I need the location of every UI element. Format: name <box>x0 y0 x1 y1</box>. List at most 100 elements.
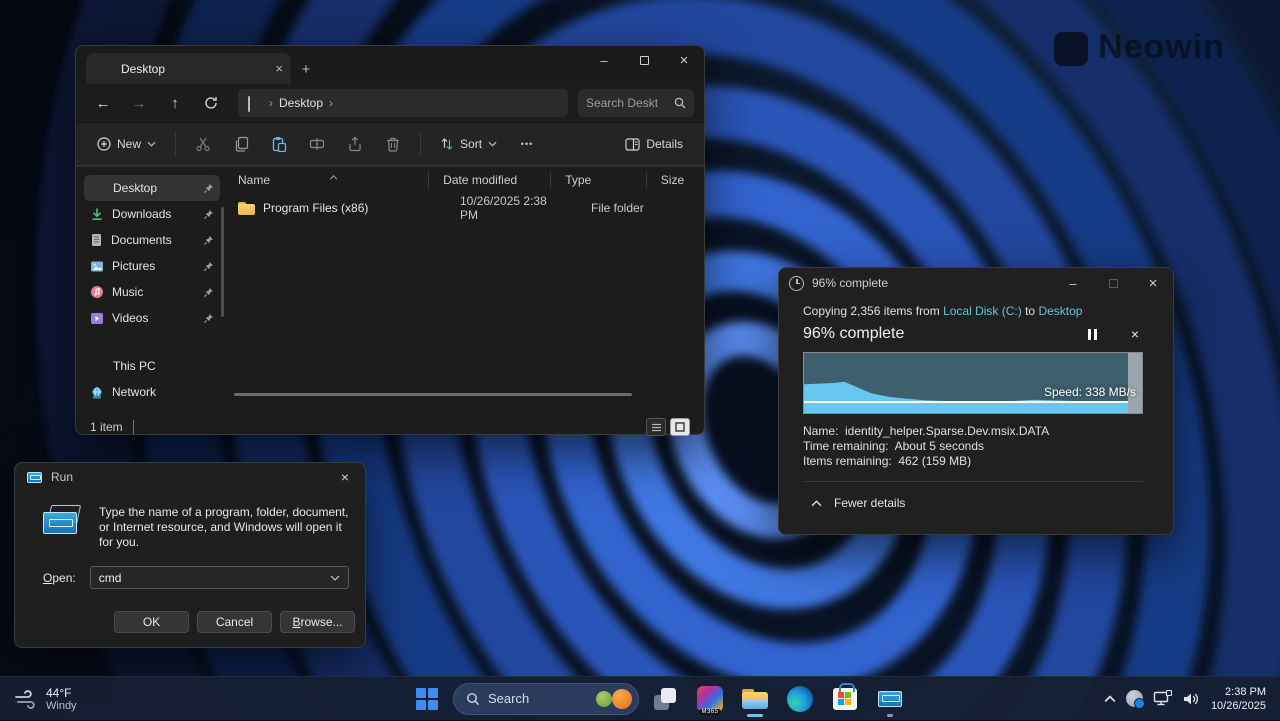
m365-copilot-button[interactable]: M365 <box>691 680 729 718</box>
large-icons-view-button[interactable] <box>670 418 690 436</box>
onedrive-status-button[interactable] <box>1126 690 1143 707</box>
rename-icon <box>309 136 325 152</box>
delete-button[interactable] <box>376 129 410 159</box>
details-button-label: Details <box>646 137 683 151</box>
cut-button[interactable] <box>186 129 220 159</box>
sort-button[interactable]: Sort <box>431 131 506 157</box>
start-button[interactable] <box>408 680 446 718</box>
folder-icon <box>238 202 255 215</box>
m365-badge: M365 <box>699 709 720 715</box>
open-combobox[interactable]: cmd <box>90 566 349 589</box>
task-view-button[interactable] <box>646 680 684 718</box>
explorer-tab-desktop[interactable]: Desktop × <box>86 53 291 84</box>
close-button[interactable]: × <box>325 465 365 489</box>
nav-refresh-button[interactable] <box>194 88 228 118</box>
clock-date: 10/26/2025 <box>1211 699 1266 713</box>
open-combobox-value: cmd <box>99 571 330 585</box>
minimize-button[interactable]: – <box>584 46 624 74</box>
cancel-copy-button[interactable]: × <box>1127 324 1143 344</box>
percent-complete-label: 96% complete <box>803 325 904 343</box>
nav-back-button[interactable]: ← <box>86 88 120 118</box>
sidebar-item-documents[interactable]: Documents <box>84 227 220 253</box>
sidebar-item-downloads[interactable]: Downloads <box>84 201 220 227</box>
nav-up-button[interactable]: ↑ <box>158 88 192 118</box>
wind-icon <box>14 689 38 709</box>
share-button[interactable] <box>338 129 372 159</box>
sidebar-item-music[interactable]: Music <box>84 279 220 305</box>
file-row-program-files-x86[interactable]: Program Files (x86) 10/26/2025 2:38 PM F… <box>224 193 704 223</box>
sidebar-item-pictures[interactable]: Pictures <box>84 253 220 279</box>
maximize-button[interactable] <box>1093 270 1133 296</box>
breadcrumb-separator: › <box>329 96 333 110</box>
pause-button[interactable] <box>1084 325 1101 344</box>
close-button[interactable]: × <box>664 46 704 74</box>
details-view-button[interactable] <box>646 418 666 436</box>
file-name: Program Files (x86) <box>263 201 368 215</box>
column-header-type[interactable]: Type <box>551 167 647 193</box>
copy-item-name: Name: identity_helper.Sparse.Dev.msix.DA… <box>803 424 1143 439</box>
search-icon <box>674 97 686 109</box>
cancel-button[interactable]: Cancel <box>197 611 272 633</box>
music-icon <box>90 285 104 299</box>
taskbar-clock[interactable]: 2:38 PM 10/26/2025 <box>1211 685 1266 713</box>
tray-overflow-button[interactable] <box>1104 695 1116 703</box>
source-link[interactable]: Local Disk (C:) <box>943 304 1022 318</box>
ok-button[interactable]: OK <box>114 611 189 633</box>
m365-icon: M365 <box>697 686 723 712</box>
column-header-name[interactable]: Name <box>224 167 429 193</box>
explorer-search-input[interactable]: Search Deskt <box>578 89 694 117</box>
new-button[interactable]: New <box>88 131 165 157</box>
weather-widget[interactable]: 44°F Windy <box>0 677 91 720</box>
more-options-button[interactable]: ••• <box>510 129 544 159</box>
close-button[interactable]: × <box>1133 270 1173 296</box>
file-explorer-window: Desktop × + – × ← → ↑ › Desktop › <box>75 45 705 435</box>
network-button[interactable] <box>1153 690 1172 707</box>
taskbar-search-input[interactable]: Search <box>453 683 639 715</box>
minimize-button[interactable]: – <box>1053 270 1093 296</box>
fewer-details-toggle[interactable]: Fewer details <box>779 482 1173 510</box>
chevron-down-icon <box>330 575 340 581</box>
address-bar[interactable]: › Desktop › <box>238 89 568 117</box>
sidebar-item-desktop[interactable]: Desktop <box>84 175 220 201</box>
horizontal-scrollbar[interactable] <box>234 393 632 396</box>
column-header-size[interactable]: Size <box>647 167 704 193</box>
speed-label: Speed: 338 MB/s <box>1044 385 1136 399</box>
maximize-button[interactable] <box>624 46 664 74</box>
this-pc-breadcrumb-icon[interactable] <box>248 97 263 109</box>
new-tab-button[interactable]: + <box>291 54 321 84</box>
run-description: Type the name of a program, folder, docu… <box>99 505 349 550</box>
task-view-icon <box>654 688 676 710</box>
tab-close-icon[interactable]: × <box>275 61 283 76</box>
sidebar-item-this-pc[interactable]: This PC <box>84 353 220 379</box>
destination-link[interactable]: Desktop <box>1038 304 1082 318</box>
nav-forward-button[interactable]: → <box>122 88 156 118</box>
browse-button[interactable]: Browse... <box>280 611 355 633</box>
breadcrumb-desktop[interactable]: Desktop <box>279 96 323 110</box>
rename-button[interactable] <box>300 129 334 159</box>
microsoft-store-button[interactable] <box>826 680 864 718</box>
volume-button[interactable] <box>1182 691 1201 707</box>
file-date-modified: 10/26/2025 2:38 PM <box>446 194 577 222</box>
downloads-icon <box>90 207 104 221</box>
copy-button[interactable] <box>224 129 258 159</box>
edge-button[interactable] <box>781 680 819 718</box>
clock-icon <box>789 276 804 291</box>
run-dialog-title: Run <box>51 470 73 484</box>
details-pane-button[interactable]: Details <box>616 131 692 157</box>
sidebar-item-label: Music <box>112 285 195 299</box>
column-header-date-modified[interactable]: Date modified <box>429 167 551 193</box>
paste-button[interactable] <box>262 129 296 159</box>
volume-icon <box>1182 691 1201 707</box>
sidebar-item-videos[interactable]: Videos <box>84 305 220 331</box>
sidebar-item-label: Network <box>112 385 214 399</box>
documents-icon <box>90 233 103 247</box>
sidebar-item-label: This PC <box>113 359 214 373</box>
onedrive-status-icon <box>1126 690 1143 707</box>
run-taskbar-button[interactable] <box>871 680 909 718</box>
search-icon <box>466 692 480 706</box>
speed-area-chart <box>804 353 1128 413</box>
refresh-icon <box>204 96 218 110</box>
sidebar-item-network[interactable]: Network <box>84 379 220 405</box>
file-explorer-button[interactable] <box>736 680 774 718</box>
copy-icon <box>233 136 249 152</box>
